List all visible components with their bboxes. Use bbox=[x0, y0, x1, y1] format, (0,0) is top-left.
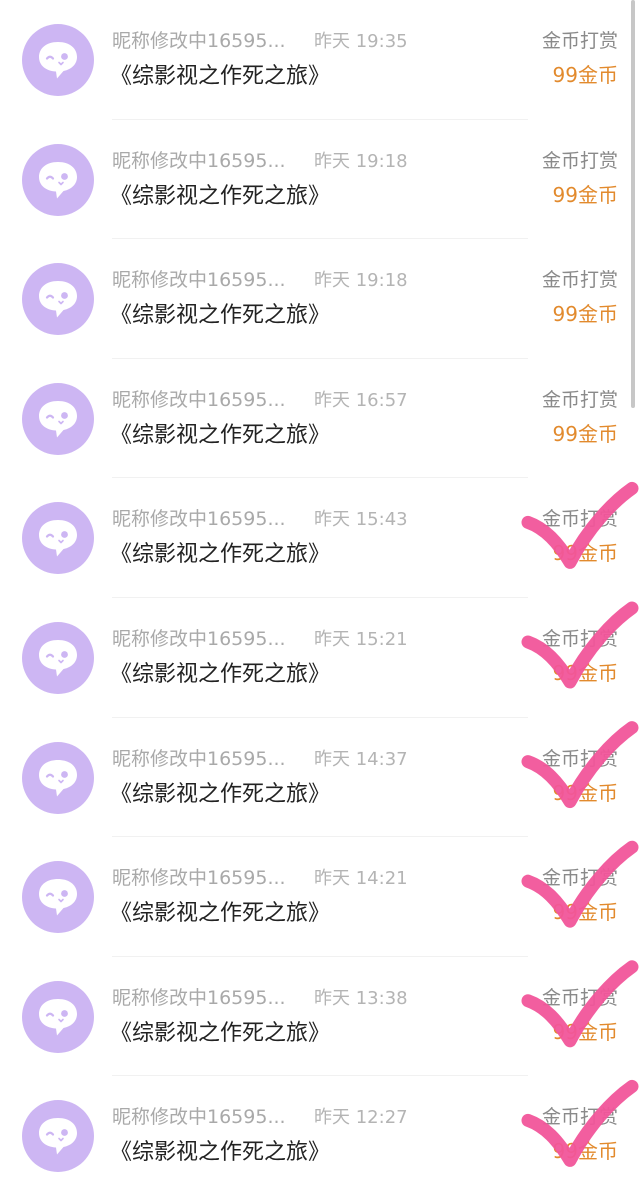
timestamp: 昨天 15:43 bbox=[314, 509, 408, 531]
avatar[interactable] bbox=[22, 861, 94, 934]
reward-type-label: 金币打赏 bbox=[541, 30, 618, 52]
avatar[interactable] bbox=[22, 263, 94, 336]
list-item[interactable]: 昵称修改中16595... 昨天 12:27 《综影视之作死之旅》 金币打赏 9… bbox=[0, 1076, 640, 1180]
avatar[interactable] bbox=[22, 382, 94, 455]
reward-amount: 99金币 bbox=[552, 1019, 618, 1044]
reward-list-screen: 昵称修改中16595... 昨天 19:35 《综影视之作死之旅》 金币打赏 9… bbox=[0, 0, 640, 1180]
avatar[interactable] bbox=[22, 502, 94, 575]
timestamp: 昨天 19:18 bbox=[314, 270, 408, 292]
item-meta: 昵称修改中16595... 昨天 14:37 bbox=[112, 744, 408, 771]
list-item[interactable]: 昵称修改中16595... 昨天 16:57 《综影视之作死之旅》 金币打赏 9… bbox=[0, 359, 640, 479]
chat-bubble-face-icon bbox=[39, 161, 77, 199]
book-title: 《综影视之作死之旅》 bbox=[110, 1140, 331, 1166]
chat-bubble-face-icon bbox=[39, 1118, 77, 1155]
chat-bubble-face-icon bbox=[39, 998, 77, 1036]
reward-amount: 99金币 bbox=[552, 900, 618, 925]
reward-type-label: 金币打赏 bbox=[541, 1106, 618, 1129]
list-item[interactable]: 昵称修改中16595... 昨天 15:43 《综影视之作死之旅》 金币打赏 9… bbox=[0, 478, 640, 598]
book-title: 《综影视之作死之旅》 bbox=[110, 542, 331, 568]
reward-amount: 99金币 bbox=[552, 660, 618, 685]
chat-bubble-face-icon bbox=[39, 281, 77, 318]
chat-bubble-face-icon bbox=[39, 42, 77, 79]
book-title: 《综影视之作死之旅》 bbox=[110, 422, 331, 448]
reward-type-label: 金币打赏 bbox=[541, 867, 618, 890]
reward-amount: 99金币 bbox=[552, 63, 618, 87]
chat-bubble-face-icon bbox=[39, 400, 77, 438]
item-meta: 昵称修改中16595... 昨天 15:43 bbox=[112, 504, 408, 531]
avatar[interactable] bbox=[22, 980, 94, 1053]
reward-type-label: 金币打赏 bbox=[541, 388, 618, 411]
reward-amount: 99金币 bbox=[552, 302, 618, 327]
reward-amount: 99金币 bbox=[552, 780, 618, 805]
sender-nickname: 昵称修改中16595... bbox=[112, 388, 286, 411]
list-item[interactable]: 昵称修改中16595... 昨天 19:35 《综影视之作死之旅》 金币打赏 9… bbox=[0, 0, 640, 120]
list-item[interactable]: 昵称修改中16595... 昨天 14:37 《综影视之作死之旅》 金币打赏 9… bbox=[0, 718, 640, 838]
avatar[interactable] bbox=[22, 741, 94, 814]
timestamp: 昨天 13:38 bbox=[314, 987, 408, 1009]
reward-type-label: 金币打赏 bbox=[541, 747, 618, 770]
list-item[interactable]: 昵称修改中16595... 昨天 19:18 《综影视之作死之旅》 金币打赏 9… bbox=[0, 239, 640, 359]
book-title: 《综影视之作死之旅》 bbox=[110, 1020, 331, 1046]
reward-record-list: 昵称修改中16595... 昨天 19:35 《综影视之作死之旅》 金币打赏 9… bbox=[0, 0, 640, 1180]
item-meta: 昵称修改中16595... 昨天 19:35 bbox=[112, 26, 408, 53]
timestamp: 昨天 16:57 bbox=[314, 389, 408, 411]
timestamp: 昨天 19:18 bbox=[314, 150, 408, 172]
sender-nickname: 昵称修改中16595... bbox=[112, 30, 286, 52]
reward-type-label: 金币打赏 bbox=[541, 986, 618, 1009]
chat-bubble-face-icon bbox=[39, 639, 77, 677]
book-title: 《综影视之作死之旅》 bbox=[110, 64, 331, 89]
item-meta: 昵称修改中16595... 昨天 14:21 bbox=[112, 863, 408, 890]
timestamp: 昨天 15:21 bbox=[314, 628, 408, 650]
item-meta: 昵称修改中16595... 昨天 13:38 bbox=[112, 983, 408, 1010]
item-meta: 昵称修改中16595... 昨天 19:18 bbox=[112, 146, 408, 173]
sender-nickname: 昵称修改中16595... bbox=[112, 269, 286, 292]
sender-nickname: 昵称修改中16595... bbox=[112, 627, 286, 650]
timestamp: 昨天 14:21 bbox=[314, 868, 408, 890]
sender-nickname: 昵称修改中16595... bbox=[112, 986, 286, 1009]
reward-amount: 99金币 bbox=[552, 541, 618, 566]
reward-amount: 99金币 bbox=[552, 1139, 618, 1164]
book-title: 《综影视之作死之旅》 bbox=[110, 901, 331, 927]
list-item[interactable]: 昵称修改中16595... 昨天 15:21 《综影视之作死之旅》 金币打赏 9… bbox=[0, 598, 640, 718]
scrollbar[interactable] bbox=[631, 0, 635, 408]
reward-type-label: 金币打赏 bbox=[541, 627, 618, 650]
sender-nickname: 昵称修改中16595... bbox=[112, 1106, 286, 1129]
item-meta: 昵称修改中16595... 昨天 16:57 bbox=[112, 385, 408, 412]
sender-nickname: 昵称修改中16595... bbox=[112, 747, 286, 770]
avatar[interactable] bbox=[22, 1100, 94, 1173]
timestamp: 昨天 19:35 bbox=[314, 31, 408, 52]
item-meta: 昵称修改中16595... 昨天 19:18 bbox=[112, 265, 408, 292]
book-title: 《综影视之作死之旅》 bbox=[110, 781, 331, 807]
list-item[interactable]: 昵称修改中16595... 昨天 19:18 《综影视之作死之旅》 金币打赏 9… bbox=[0, 120, 640, 240]
book-title: 《综影视之作死之旅》 bbox=[110, 183, 331, 209]
chat-bubble-face-icon bbox=[39, 520, 77, 557]
item-meta: 昵称修改中16595... 昨天 15:21 bbox=[112, 624, 408, 651]
timestamp: 昨天 14:37 bbox=[314, 748, 408, 770]
avatar[interactable] bbox=[22, 24, 94, 96]
reward-amount: 99金币 bbox=[552, 421, 618, 446]
timestamp: 昨天 12:27 bbox=[314, 1107, 408, 1129]
sender-nickname: 昵称修改中16595... bbox=[112, 867, 286, 890]
item-meta: 昵称修改中16595... 昨天 12:27 bbox=[112, 1102, 408, 1129]
book-title: 《综影视之作死之旅》 bbox=[110, 303, 331, 329]
avatar[interactable] bbox=[22, 621, 94, 694]
reward-type-label: 金币打赏 bbox=[541, 508, 618, 531]
reward-type-label: 金币打赏 bbox=[541, 269, 618, 292]
chat-bubble-face-icon bbox=[39, 879, 77, 916]
reward-type-label: 金币打赏 bbox=[541, 149, 618, 172]
reward-amount: 99金币 bbox=[552, 182, 618, 207]
chat-bubble-face-icon bbox=[39, 759, 77, 797]
list-item[interactable]: 昵称修改中16595... 昨天 13:38 《综影视之作死之旅》 金币打赏 9… bbox=[0, 957, 640, 1077]
book-title: 《综影视之作死之旅》 bbox=[110, 661, 331, 687]
sender-nickname: 昵称修改中16595... bbox=[112, 149, 286, 172]
sender-nickname: 昵称修改中16595... bbox=[112, 508, 286, 531]
list-item[interactable]: 昵称修改中16595... 昨天 14:21 《综影视之作死之旅》 金币打赏 9… bbox=[0, 837, 640, 957]
avatar[interactable] bbox=[22, 143, 94, 216]
